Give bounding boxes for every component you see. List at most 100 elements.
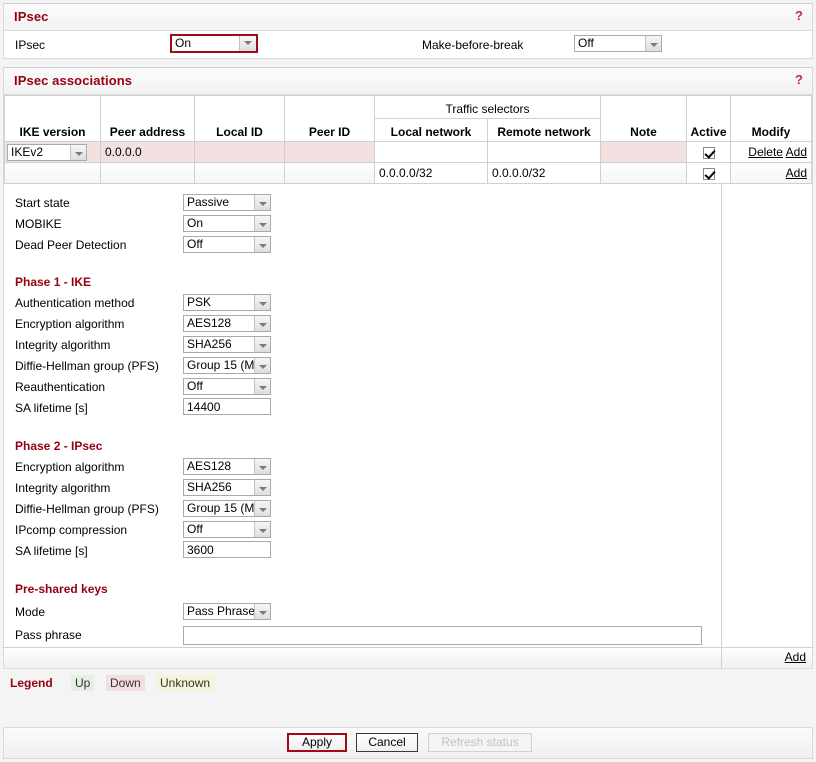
help-icon[interactable]: ?	[795, 72, 803, 87]
phase1-title: Phase 1 - IKE	[15, 275, 92, 289]
cell-remote-network[interactable]	[487, 141, 601, 163]
start-state-select[interactable]: Passive	[183, 194, 271, 211]
active-checkbox[interactable]	[702, 146, 715, 159]
field-value: AES128	[187, 459, 232, 473]
col-active: Active	[686, 95, 731, 142]
field-value: Passive	[187, 195, 230, 209]
psk-mode-select[interactable]: Pass Phrase	[183, 603, 271, 620]
chevron-down-icon	[254, 459, 270, 474]
field-value: Off	[187, 522, 203, 536]
chevron-down-icon	[254, 316, 270, 331]
table-add-row: Add	[4, 647, 812, 668]
cell-peer-id	[284, 162, 375, 184]
cancel-button[interactable]: Cancel	[356, 733, 418, 752]
p1-sa-lifetime-input[interactable]	[183, 398, 271, 415]
cell-modify: Add	[730, 162, 812, 184]
pass-phrase-input[interactable]	[183, 626, 702, 645]
cell-peer-address[interactable]: 0.0.0.0	[100, 141, 195, 163]
chevron-down-icon	[254, 237, 270, 252]
active-checkbox[interactable]	[702, 167, 715, 180]
field-label: SA lifetime [s]	[15, 544, 88, 558]
field-value: SHA256	[187, 480, 232, 494]
chevron-down-icon	[254, 480, 270, 495]
p2-integrity-algorithm-select[interactable]: SHA256	[183, 479, 271, 496]
legend-bar: Legend Up Down Unknown	[0, 669, 816, 697]
legend-title: Legend	[10, 676, 53, 690]
cell-remote-network[interactable]: 0.0.0.0/32	[487, 162, 601, 184]
cell-ike-version	[4, 162, 101, 184]
apply-button[interactable]: Apply	[287, 733, 347, 752]
add-link[interactable]: Add	[786, 166, 807, 180]
cell-active	[686, 141, 731, 163]
field-p1-dh-group: Diffie-Hellman group (PFS) Group 15 (MOD…	[4, 356, 812, 377]
ipcomp-compression-select[interactable]: Off	[183, 521, 271, 538]
legend-item-unknown: Unknown	[156, 675, 215, 691]
add-link[interactable]: Add	[786, 145, 807, 159]
make-before-break-value: Off	[578, 36, 594, 50]
ipsec-toggle-select[interactable]: On	[170, 34, 258, 53]
chevron-down-icon	[254, 522, 270, 537]
reauthentication-select[interactable]: Off	[183, 378, 271, 395]
phase2-title: Phase 2 - IPsec	[15, 439, 103, 453]
field-value: Off	[187, 379, 203, 393]
cell-local-id[interactable]	[194, 141, 285, 163]
authentication-method-select[interactable]: PSK	[183, 294, 271, 311]
field-label: MOBIKE	[15, 217, 62, 231]
cell-peer-id[interactable]	[284, 141, 375, 163]
p2-encryption-algorithm-select[interactable]: AES128	[183, 458, 271, 475]
make-before-break-select[interactable]: Off	[574, 35, 662, 52]
field-label: Encryption algorithm	[15, 460, 125, 474]
ipsec-config-page: IPsec ? IPsec On Make-before-break Off I…	[0, 3, 816, 762]
footer-bar: Apply Cancel Refresh status	[3, 727, 813, 759]
field-label: IPcomp compression	[15, 523, 128, 537]
field-p2-sa-lifetime: SA lifetime [s]	[4, 541, 812, 564]
chevron-down-icon	[254, 501, 270, 516]
psk-section-title: Pre-shared keys	[4, 579, 812, 600]
field-value: Pass Phrase	[187, 604, 256, 618]
p2-dh-group-select[interactable]: Group 15 (MODP 3072)	[183, 500, 271, 517]
help-icon[interactable]: ?	[795, 8, 803, 23]
cell-note[interactable]	[600, 162, 687, 184]
add-link[interactable]: Add	[785, 650, 806, 664]
field-label: Dead Peer Detection	[15, 238, 127, 252]
cell-local-network[interactable]: 0.0.0.0/32	[374, 162, 488, 184]
field-label: Start state	[15, 196, 70, 210]
col-local-network: Local network	[374, 118, 488, 142]
field-p2-dh-group: Diffie-Hellman group (PFS) Group 15 (MOD…	[4, 499, 812, 520]
p2-sa-lifetime-input[interactable]	[183, 541, 271, 558]
dead-peer-detection-select[interactable]: Off	[183, 236, 271, 253]
p1-encryption-algorithm-select[interactable]: AES128	[183, 315, 271, 332]
delete-link[interactable]: Delete	[748, 145, 783, 159]
ipsec-panel-title: IPsec	[14, 9, 49, 24]
col-remote-network: Remote network	[487, 118, 601, 142]
cell-note[interactable]	[600, 141, 687, 163]
table-row: IKEv2 0.0.0.0 Delete Add	[4, 141, 812, 163]
p1-dh-group-select[interactable]: Group 15 (MODP 3072)	[183, 357, 271, 374]
phase1-section-title: Phase 1 - IKE	[4, 272, 812, 293]
ipsec-panel-header: IPsec ?	[4, 4, 812, 31]
cell-local-network[interactable]	[374, 141, 488, 163]
field-label: Integrity algorithm	[15, 338, 111, 352]
make-before-break-label: Make-before-break	[422, 38, 524, 52]
field-value: AES128	[187, 316, 232, 330]
mobike-select[interactable]: On	[183, 215, 271, 232]
table-header-row-1: IKE version Peer address Local ID Peer I…	[4, 95, 812, 142]
col-ike-version: IKE version	[4, 95, 101, 142]
field-label: Authentication method	[15, 296, 135, 310]
assoc-panel-header: IPsec associations ?	[4, 68, 812, 95]
ipsec-toggle-value: On	[175, 36, 192, 50]
field-label: Diffie-Hellman group (PFS)	[15, 502, 159, 516]
chevron-down-icon	[254, 295, 270, 310]
field-label: Pass phrase	[15, 628, 82, 642]
legend-item-up: Up	[71, 675, 95, 691]
field-label: SA lifetime [s]	[15, 401, 88, 415]
field-value: PSK	[187, 295, 212, 309]
col-local-id: Local ID	[194, 95, 285, 142]
add-row-divider	[721, 648, 722, 668]
field-p1-encryption-algorithm: Encryption algorithm AES128	[4, 314, 812, 335]
p1-integrity-algorithm-select[interactable]: SHA256	[183, 336, 271, 353]
field-p2-encryption-algorithm: Encryption algorithm AES128	[4, 457, 812, 478]
chevron-down-icon	[254, 216, 270, 231]
ike-version-select[interactable]: IKEv2	[7, 144, 87, 161]
col-peer-id: Peer ID	[284, 95, 375, 142]
